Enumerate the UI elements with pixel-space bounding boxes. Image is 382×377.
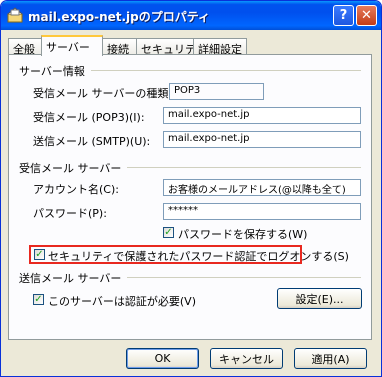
save-password-label[interactable]: パスワードを保存する(W): [178, 226, 307, 242]
outgoing-server-divider: [127, 277, 361, 278]
server-type-label: 受信メール サーバーの種類(M):: [33, 87, 191, 100]
server-tab-panel: サーバー情報 受信メール サーバーの種類(M): POP3 受信メール (POP…: [8, 54, 372, 340]
properties-dialog: mail.expo-net.jpのプロパティ ? ✕ 全般 サーバー 接続 セキ…: [0, 0, 382, 377]
account-name-label: アカウント名(C):: [33, 183, 119, 196]
outgoing-server-label: 送信メール (SMTP)(U):: [33, 135, 151, 148]
password-label: パスワード(P):: [33, 207, 107, 220]
incoming-server-divider: [127, 167, 361, 168]
tab-security[interactable]: セキュリティ: [136, 38, 206, 56]
tab-general[interactable]: 全般: [8, 38, 42, 56]
requires-auth-label[interactable]: このサーバーは認証が必要(V): [48, 293, 196, 309]
outgoing-server-input[interactable]: mail.expo-net.jp: [163, 131, 361, 148]
close-button[interactable]: ✕: [356, 5, 377, 26]
spa-checkbox[interactable]: ✓: [34, 249, 45, 260]
window-title: mail.expo-net.jpのプロパティ: [28, 10, 211, 24]
server-info-heading: サーバー情報: [19, 65, 85, 78]
server-info-divider: [91, 70, 361, 71]
ok-button[interactable]: OK: [126, 348, 199, 369]
dialog-body: 全般 サーバー 接続 セキュリティ 詳細設定 サーバー情報 受信メール サーバー…: [4, 30, 378, 374]
requires-auth-checkbox[interactable]: ✓: [33, 294, 44, 305]
spa-label[interactable]: セキュリティで保護されたパスワード認証でログオンする(S): [48, 248, 349, 264]
tab-server[interactable]: サーバー: [41, 35, 103, 56]
incoming-server-label: 受信メール (POP3)(I):: [33, 111, 145, 124]
tab-connection[interactable]: 接続: [102, 38, 137, 56]
outgoing-mail-server-heading: 送信メール サーバー: [19, 272, 122, 285]
account-name-input[interactable]: お客様のメールアドレス(@以降も全て): [163, 179, 361, 196]
title-bar[interactable]: mail.expo-net.jpのプロパティ ? ✕: [1, 1, 381, 30]
settings-button[interactable]: 設定(E)...: [277, 288, 362, 309]
cancel-button[interactable]: キャンセル: [210, 348, 283, 369]
save-password-checkbox[interactable]: ✓: [163, 227, 174, 238]
help-button[interactable]: ?: [333, 5, 354, 26]
incoming-mail-server-heading: 受信メール サーバー: [19, 162, 122, 175]
server-type-value: POP3: [169, 83, 264, 100]
tab-advanced[interactable]: 詳細設定: [193, 38, 247, 56]
password-input[interactable]: ******: [163, 203, 361, 220]
mail-account-icon: [7, 7, 23, 23]
incoming-server-input[interactable]: mail.expo-net.jp: [163, 107, 361, 124]
apply-button[interactable]: 適用(A): [294, 348, 367, 369]
